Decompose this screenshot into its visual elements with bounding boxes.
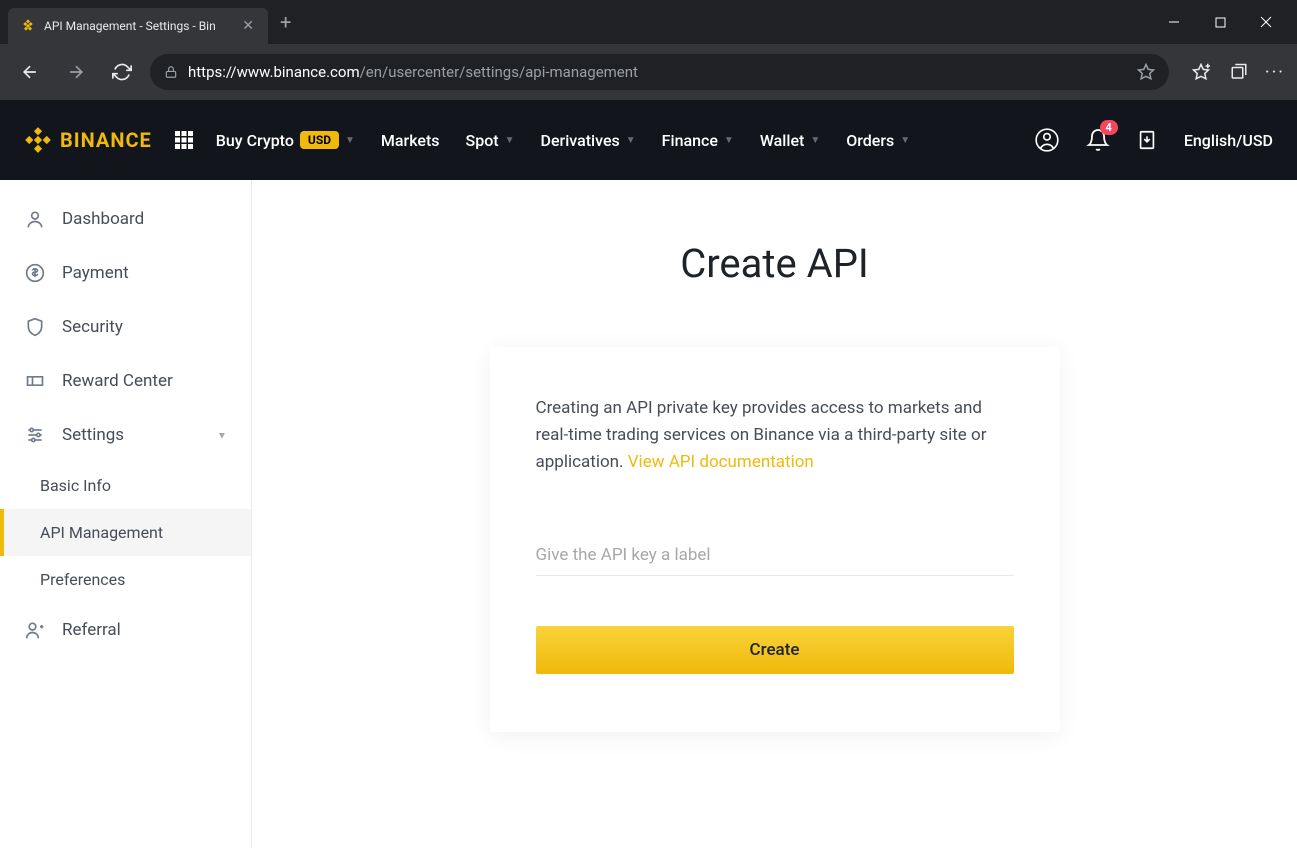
site-header: BINANCE Buy Crypto USD ▼ Markets Spot ▼ D… <box>0 100 1297 180</box>
url-text: https://www.binance.com/en/usercenter/se… <box>188 63 638 81</box>
language-currency[interactable]: English/USD <box>1184 131 1273 150</box>
nav-wallet[interactable]: Wallet ▼ <box>760 131 820 150</box>
new-tab-button[interactable]: + <box>268 10 303 34</box>
forward-button[interactable] <box>58 54 94 90</box>
create-api-card: Creating an API private key provides acc… <box>490 347 1060 732</box>
nav-label: Derivatives <box>541 131 620 150</box>
tab-bar: API Management - Settings - Bin ✕ + <box>0 0 1297 44</box>
sidebar-label: Reward Center <box>62 371 173 391</box>
close-window-button[interactable] <box>1243 6 1289 38</box>
refresh-button[interactable] <box>104 54 140 90</box>
nav-markets[interactable]: Markets <box>381 131 440 150</box>
logo-text: BINANCE <box>60 128 152 152</box>
content: Create API Creating an API private key p… <box>252 180 1297 848</box>
favorite-icon[interactable] <box>1137 63 1155 81</box>
sidebar-sub-basic-info[interactable]: Basic Info <box>0 462 251 509</box>
nav-label: Finance <box>662 131 718 150</box>
nav-spot[interactable]: Spot ▼ <box>466 131 515 150</box>
sidebar-item-security[interactable]: Security <box>0 300 251 354</box>
nav-label: Orders <box>846 131 894 150</box>
nav-label: Wallet <box>760 131 805 150</box>
api-label-input[interactable] <box>536 535 1014 576</box>
window-controls <box>1151 6 1289 38</box>
account-icon[interactable] <box>1034 127 1060 153</box>
nav-items: Buy Crypto USD ▼ Markets Spot ▼ Derivativ… <box>216 131 910 150</box>
chevron-up-icon: ▲ <box>217 430 227 441</box>
minimize-button[interactable] <box>1151 6 1197 38</box>
card-description: Creating an API private key provides acc… <box>536 395 1014 477</box>
sidebar-sub-preferences[interactable]: Preferences <box>0 556 251 603</box>
favorites-icon[interactable] <box>1189 60 1213 84</box>
browser-chrome: API Management - Settings - Bin ✕ + http… <box>0 0 1297 100</box>
tab-title: API Management - Settings - Bin <box>44 19 232 33</box>
nav-finance[interactable]: Finance ▼ <box>662 131 734 150</box>
logo[interactable]: BINANCE <box>24 126 152 154</box>
lock-icon <box>164 65 178 79</box>
toolbar-right: ··· <box>1179 60 1285 84</box>
collections-icon[interactable] <box>1227 60 1251 84</box>
sidebar-item-dashboard[interactable]: Dashboard <box>0 192 251 246</box>
ticket-icon <box>24 370 46 392</box>
chevron-down-icon: ▼ <box>345 135 355 146</box>
back-button[interactable] <box>12 54 48 90</box>
notification-badge: 4 <box>1100 120 1118 135</box>
sidebar-item-reward-center[interactable]: Reward Center <box>0 354 251 408</box>
sidebar-item-settings[interactable]: Settings ▲ <box>0 408 251 462</box>
tab-close-icon[interactable]: ✕ <box>240 16 256 36</box>
nav-label: Spot <box>466 131 499 150</box>
apps-grid-icon[interactable] <box>174 130 194 150</box>
sidebar-label: Dashboard <box>62 209 144 229</box>
nav-buy-crypto[interactable]: Buy Crypto USD ▼ <box>216 131 355 150</box>
nav-orders[interactable]: Orders ▼ <box>846 131 910 150</box>
more-menu-icon[interactable]: ··· <box>1265 62 1285 83</box>
logo-icon <box>24 126 52 154</box>
sidebar-item-payment[interactable]: Payment <box>0 246 251 300</box>
sliders-icon <box>24 424 46 446</box>
url-box[interactable]: https://www.binance.com/en/usercenter/se… <box>150 54 1169 90</box>
chevron-down-icon: ▼ <box>505 135 515 146</box>
page-title: Create API <box>680 240 869 287</box>
sidebar-label: Security <box>62 317 123 337</box>
sidebar-item-referral[interactable]: Referral <box>0 603 251 657</box>
sidebar-label: Payment <box>62 263 129 283</box>
sidebar-label: Referral <box>62 620 121 640</box>
download-icon[interactable] <box>1136 129 1158 151</box>
main: Dashboard Payment Security Reward Center… <box>0 180 1297 848</box>
sidebar-sub-api-management[interactable]: API Management <box>0 509 251 556</box>
create-button[interactable]: Create <box>536 626 1014 674</box>
nav-label: Buy Crypto <box>216 131 294 150</box>
header-right: 4 English/USD <box>1034 127 1273 153</box>
chevron-down-icon: ▼ <box>724 135 734 146</box>
chevron-down-icon: ▼ <box>626 135 636 146</box>
shield-icon <box>24 316 46 338</box>
address-bar: https://www.binance.com/en/usercenter/se… <box>0 44 1297 100</box>
chevron-down-icon: ▼ <box>810 135 820 146</box>
tab-favicon <box>20 18 36 34</box>
browser-tab[interactable]: API Management - Settings - Bin ✕ <box>8 8 268 44</box>
maximize-button[interactable] <box>1197 6 1243 38</box>
nav-label: Markets <box>381 131 440 150</box>
chevron-down-icon: ▼ <box>900 135 910 146</box>
user-icon <box>24 208 46 230</box>
add-user-icon <box>24 619 46 641</box>
sidebar-label: Settings <box>62 425 124 445</box>
view-docs-link[interactable]: View API documentation <box>628 452 814 472</box>
usd-badge: USD <box>300 131 339 149</box>
notifications-icon[interactable]: 4 <box>1086 128 1110 152</box>
dollar-icon <box>24 262 46 284</box>
sidebar: Dashboard Payment Security Reward Center… <box>0 180 252 848</box>
nav-derivatives[interactable]: Derivatives ▼ <box>541 131 636 150</box>
